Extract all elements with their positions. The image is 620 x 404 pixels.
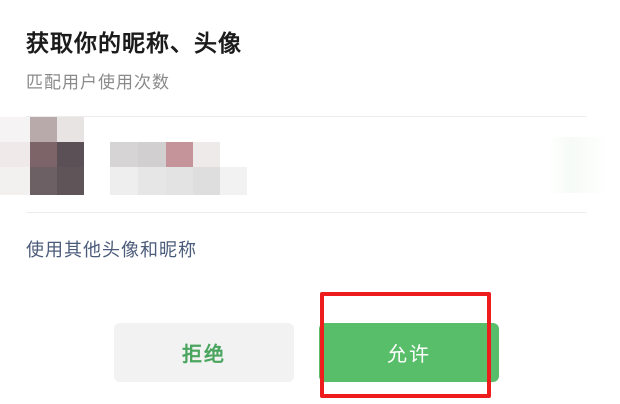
nickname-mosaic-8: [193, 167, 220, 195]
avatar-mosaic-8: [30, 167, 57, 195]
nickname-mosaic-4: [193, 142, 220, 167]
avatar-mosaic-4: [0, 142, 30, 167]
nickname-mosaic-9: [220, 167, 247, 195]
avatar-mosaic-6: [57, 142, 84, 167]
divider-bottom: [26, 212, 586, 213]
allow-button[interactable]: 允许: [319, 323, 499, 382]
authorization-sheet: 获取你的昵称、头像 匹配用户使用次数 使用其他头像和昵称 拒绝 允许: [0, 0, 620, 404]
avatar-mosaic-1: [0, 117, 30, 142]
avatar-mosaic-3: [57, 117, 84, 142]
nickname-mosaic-6: [138, 167, 166, 195]
profile-option-blurred[interactable]: [0, 117, 620, 212]
reject-button[interactable]: 拒绝: [114, 323, 294, 382]
dialog-title: 获取你的昵称、头像: [26, 31, 242, 57]
nickname-mosaic-2: [138, 142, 166, 167]
avatar-mosaic-9: [57, 167, 84, 195]
avatar-mosaic-2: [30, 117, 57, 142]
nickname-mosaic-7: [166, 167, 193, 195]
avatar-mosaic-5: [30, 142, 57, 167]
avatar-mosaic-7: [0, 167, 30, 195]
nickname-mosaic-1: [110, 142, 138, 167]
nickname-mosaic-3: [166, 142, 193, 167]
nickname-mosaic-5: [110, 167, 138, 195]
dialog-subtitle: 匹配用户使用次数: [26, 73, 170, 93]
use-other-avatar-link[interactable]: 使用其他头像和昵称: [26, 236, 197, 262]
selected-check-blurred: [548, 137, 608, 193]
